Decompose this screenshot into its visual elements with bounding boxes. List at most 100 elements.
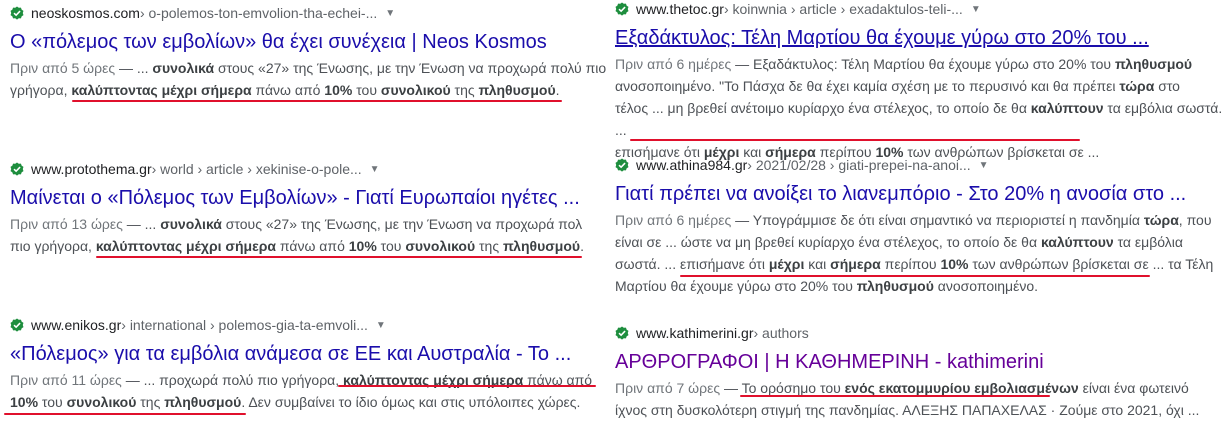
chevron-down-icon[interactable]: ▼ [370,164,380,175]
snippet-keyword: 10% [324,82,353,98]
result-title-link[interactable]: Μαίνεται ο «Πόλεμος των Εμβολίων» - Γιατ… [10,185,580,211]
highlight-underline [630,139,1080,141]
snippet-text: είναι ένα φωτεινό [1078,380,1189,396]
chevron-down-icon[interactable]: ▼ [385,8,395,19]
snippet-keyword: καλύπτουν [1040,234,1114,250]
snippet-line: ανοσοποιημένο. "Το Πάσχα δε θα έχει καμί… [615,75,1223,97]
result-domain: www.kathimerini.gr [636,325,754,341]
result-date: Πριν από 11 ώρες [10,372,122,388]
verified-check-icon [10,6,24,20]
snippet-line: ίχνος στη δυσκολότερη στιγμή της πανδημί… [615,399,1223,421]
snippet-text: και [804,256,831,272]
result-url[interactable]: www.protothema.gr › world › article › xe… [0,160,608,178]
result-snippet: Πριν από 6 ημέρες — Εξαδάκτυλος: Τέλη Μα… [615,53,1223,163]
snippet-text: — ... [122,216,161,232]
snippet-keyword: συνολικού [405,238,476,254]
result-title-link[interactable]: Γιατί πρέπει να ανοίξει το λιανεμπόριο -… [615,181,1186,207]
result-date: Πριν από 6 ημέρες [615,56,732,72]
result-title-link[interactable]: «Πόλεμος» για τα εμβόλια ανάμεσα σε ΕΕ κ… [10,341,571,367]
snippet-keyword: καλύπτουν [1030,100,1104,116]
snippet-keyword: τώρα [1143,212,1179,228]
snippet-keyword: συνολικού [66,394,137,410]
result-url[interactable]: www.thetoc.gr › koinwnia › article › exa… [605,0,1223,18]
result-domain: www.enikos.gr [31,317,122,333]
snippet-keyword: πληθυσμού [478,82,556,98]
snippet-keyword: καλύπτοντας μέχρι σήμερα [71,82,252,98]
snippet-text: ανοσοποιημένο. "Το Πάσχα δε θα έχει καμί… [615,78,1120,94]
snippet-line: τέλος ... μη βρεθεί ανέτοιμο κυρίαρχο έν… [615,97,1223,141]
snippet-text: των ανθρώπων βρίσκεται σε ... τα Τέλη [968,256,1214,272]
snippet-text: πιο γρήγορα, [10,238,96,254]
snippet-line: Πριν από 6 ημέρες — Εξαδάκτυλος: Τέλη Μα… [615,53,1223,75]
snippet-text: σωστά. ... [615,256,680,272]
highlight-underline [338,385,596,387]
result-title-link[interactable]: ΑΡΘΡΟΓΡΑΦΟΙ | Η ΚΑΘΗΜΕΡΙΝΗ - kathimerini [615,349,1044,375]
snippet-keyword: συνολικά [152,60,215,76]
snippet-keyword: καλύπτοντας μέχρι σήμερα [95,238,277,254]
snippet-keyword: σήμερα [830,256,881,272]
search-result: neoskosmos.com › o-polemos-ton-emvolion-… [0,4,608,101]
snippet-keyword: πληθυσμού [502,238,581,254]
snippet-line: Μαρτίου θα έχουμε γύρω στο 20% του πληθυ… [615,275,1223,297]
snippet-text: στους «27» της Ένωσης, με την Ένωση να π… [221,216,583,232]
snippet-text: είναι σε ... ώστε να μη βρεθεί κυρίαρχο … [615,234,1041,250]
result-title-link[interactable]: Ο «πόλεμος των εμβολίων» θα έχει συνέχει… [10,29,547,55]
snippet-line: πιο γρήγορα, καλύπτοντας μέχρι σήμερα πά… [10,235,608,257]
snippet-keyword: μέχρι [768,256,805,272]
snippet-text: — Εξαδάκτυλος: Τέλη Μαρτίου θα έχουμε γύ… [731,56,1115,72]
snippet-text: στο [1154,78,1180,94]
result-path: › authors [753,325,809,341]
verified-check-icon [10,162,24,176]
highlight-underline [72,100,562,102]
result-path: › international › polemos-gia-ta-emvoli.… [121,317,368,333]
snippet-line: 10% του συνολικού της πληθυσμού. Δεν συμ… [10,391,608,413]
result-url[interactable]: www.kathimerini.gr › authors [605,324,1223,342]
snippet-line: σωστά. ... επισήμανε ότι μέχρι και σήμερ… [615,253,1223,275]
chevron-down-icon[interactable]: ▼ [376,320,386,331]
snippet-text: του [352,82,381,98]
snippet-keyword: πληθυσμού [1114,56,1193,72]
snippet-keyword: πληθυσμού [856,278,934,294]
snippet-keyword: τώρα [1119,78,1155,94]
snippet-keyword: συνολικά [160,216,222,232]
result-domain: www.thetoc.gr [636,1,724,17]
snippet-text: — Υπογράμμισε δε ότι είναι σημαντικό να … [731,212,1144,228]
snippet-keyword: ενός εκατομμυρίου εμβολιασμένων [844,380,1079,396]
verified-check-icon [10,318,24,332]
result-date: Πριν από 6 ημέρες [615,212,732,228]
result-path: › 2021/02/28 › giati-prepei-na-anoi... [747,157,971,173]
snippet-text: της [475,238,503,254]
snippet-keyword: 10% [348,238,377,254]
chevron-down-icon[interactable]: ▼ [979,160,989,171]
snippet-keyword: 10% [940,256,969,272]
result-snippet: Πριν από 13 ώρες — ... συνολικά στους «2… [10,213,608,257]
verified-check-icon [615,158,629,172]
verified-check-icon [615,2,629,16]
snippet-text: της [450,82,479,98]
result-url[interactable]: neoskosmos.com › o-polemos-ton-emvolion-… [0,4,608,22]
snippet-text: πάνω από [276,238,349,254]
snippet-keyword: 10% [10,394,39,410]
result-title-link[interactable]: Εξαδάκτυλος: Τέλη Μαρτίου θα έχουμε γύρω… [615,25,1149,51]
search-result: www.enikos.gr › international › polemos-… [0,316,608,413]
snippet-line: Πριν από 11 ώρες — ... προχωρά πολύ πιο … [10,369,608,391]
snippet-keyword: συνολικού [380,82,451,98]
snippet-text: ίχνος στη δυσκολότερη στιγμή της πανδημί… [615,402,1200,418]
result-url[interactable]: www.athina984.gr › 2021/02/28 › giati-pr… [605,156,1223,174]
search-result: www.kathimerini.gr › authors ΑΡΘΡΟΓΡΑΦΟΙ… [605,324,1223,421]
result-url[interactable]: www.enikos.gr › international › polemos-… [0,316,608,334]
search-result: www.protothema.gr › world › article › xe… [0,160,608,257]
snippet-text: του [376,238,406,254]
result-domain: neoskosmos.com [31,5,140,21]
snippet-text: ανοσοποιημένο. [933,278,1039,294]
snippet-line: είναι σε ... ώστε να μη βρεθεί κυρίαρχο … [615,231,1223,253]
snippet-line: γρήγορα, καλύπτοντας μέχρι σήμερα πάνω α… [10,79,608,101]
snippet-line: Πριν από 6 ημέρες — Υπογράμμισε δε ότι ε… [615,209,1223,231]
highlight-underline [4,413,246,415]
result-snippet: Πριν από 7 ώρες — Το ορόσημο του ενός εκ… [615,377,1223,421]
snippet-line: Πριν από 5 ώρες — ... συνολικά στους «27… [10,57,608,79]
chevron-down-icon[interactable]: ▼ [971,4,981,15]
snippet-text: γρήγορα, [10,82,72,98]
snippet-text: πάνω από [251,82,325,98]
snippet-text: . Δεν συμβαίνει το ίδιο όμως και στις υπ… [241,394,581,410]
